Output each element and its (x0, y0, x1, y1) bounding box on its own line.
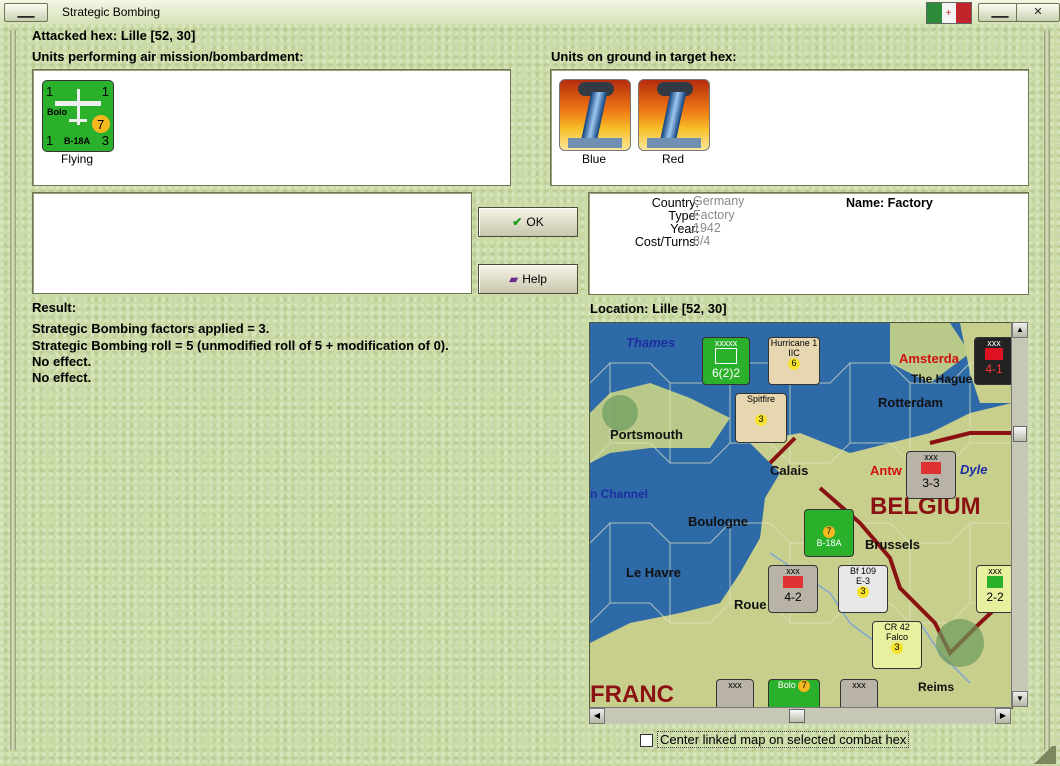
map-unit-bomber[interactable]: 7 B-18A (804, 509, 854, 557)
attacked-hex-label: Attacked hex: Lille [52, 30] (32, 28, 196, 43)
map-unit-fighter[interactable]: Hurricane 1 IIC 6 (768, 337, 820, 385)
year-value: 1942 (693, 221, 721, 235)
map-label-channel: n Channel (590, 487, 649, 501)
result-line: No effect. (32, 370, 92, 385)
swiss-italy-flag-icon: + (926, 2, 972, 24)
location-label: Location: Lille [52, 30] (590, 301, 727, 316)
title-bar: ▁▁ Strategic Bombing + ▁▁ ✕ (0, 0, 1060, 25)
map-unit-army[interactable]: xxxxx 6(2)2 (702, 337, 750, 385)
map-unit-infantry[interactable]: xxx 3-3 (906, 451, 956, 499)
map-label-portsmouth: Portsmouth (610, 427, 683, 442)
year-key: Year: (670, 222, 699, 236)
unit-top-left: 1 (46, 84, 54, 99)
country-value: Germany (693, 194, 745, 208)
ground-unit-caption-red: Red (661, 152, 684, 166)
map-label-amsterdam: Amsterda (899, 351, 959, 366)
result-line: Strategic Bombing factors applied = 3. (32, 321, 270, 336)
scroll-left-arrow-icon[interactable]: ◀ (589, 708, 605, 724)
checkmark-icon: ✔ (512, 215, 523, 229)
result-label: Result: (32, 300, 77, 315)
map-label-calais: Calais (770, 463, 809, 478)
map-unit-fighter[interactable]: Bf 109 E-3 3 (838, 565, 888, 613)
center-map-label[interactable]: Center linked map on selected combat hex (657, 731, 910, 748)
right-frame-edge (1044, 30, 1050, 750)
center-map-checkbox[interactable] (640, 734, 653, 747)
air-unit-counter[interactable]: 1 1 Bolo 7 1 B-18A 3 (42, 80, 114, 152)
map-unit-bomber[interactable]: Bolo 7 (768, 679, 820, 708)
map-label-rouen: Roue (734, 597, 767, 612)
map-label-dyle: Dyle (960, 462, 988, 477)
target-name: Name: Factory (846, 196, 933, 210)
ok-button[interactable]: ✔ OK (478, 207, 578, 237)
map-label-brussels: Brussels (865, 537, 920, 552)
map-label-antwerp: Antw (870, 463, 902, 478)
factory-icon[interactable] (559, 79, 631, 151)
unit-bottom-right: 3 (101, 133, 109, 148)
map-label-lehavre: Le Havre (626, 565, 681, 580)
unit-type: B-18A (64, 136, 91, 146)
notes-panel (32, 192, 472, 294)
air-units-panel: 1 1 Bolo 7 1 B-18A 3 Flying (32, 69, 511, 186)
scroll-right-arrow-icon[interactable]: ▶ (995, 708, 1011, 724)
map-horizontal-scrollbar[interactable]: ◀ ▶ (589, 707, 1011, 724)
close-button[interactable]: ✕ (1016, 3, 1060, 22)
cost-value: 8/4 (693, 234, 711, 248)
result-line: Strategic Bombing roll = 5 (unmodified r… (32, 338, 449, 353)
ground-units-label: Units on ground in target hex: (551, 49, 737, 64)
map-vertical-scrollbar[interactable]: ▲ ▼ (1011, 322, 1028, 707)
type-key: Type: (668, 209, 699, 223)
map-unit-infantry[interactable]: xxx 4-2 (768, 565, 818, 613)
map-unit-fighter[interactable]: CR 42 Falco 3 (872, 621, 922, 669)
country-key: Country: (651, 196, 699, 210)
map-label-france: FRANC (590, 681, 674, 708)
horizontal-scroll-thumb[interactable] (789, 709, 805, 723)
unit-name: Bolo (47, 107, 67, 117)
map-label-boulogne: Boulogne (688, 514, 748, 529)
map-unit-fighter[interactable]: Spitfire 3 (735, 393, 787, 443)
linked-map[interactable]: Thames Amsterda The Hague Rotterdam Port… (589, 322, 1013, 709)
type-value: Factory (693, 208, 735, 222)
air-units-label: Units performing air mission/bombardment… (32, 49, 304, 64)
map-label-rotterdam: Rotterdam (878, 395, 944, 410)
unit-top-right: 1 (101, 84, 109, 99)
left-frame-edge (10, 30, 16, 750)
minimize-left-button[interactable]: ▁▁ (4, 3, 48, 22)
map-unit-infantry[interactable]: xxx 4-1 (974, 337, 1012, 385)
result-line: No effect. (32, 354, 92, 369)
ground-units-panel: Blue Red (550, 69, 1029, 186)
unit-bottom-left: 1 (46, 133, 54, 148)
air-unit-status: Flying (60, 152, 93, 166)
scroll-up-arrow-icon[interactable]: ▲ (1012, 322, 1028, 338)
window-title: Strategic Bombing (62, 5, 161, 19)
cost-key: Cost/Turns: (634, 235, 699, 249)
map-unit-armor[interactable]: xxx 2-2 (976, 565, 1012, 613)
target-info-panel: Country: Germany Type: Factory Year: 194… (588, 192, 1029, 295)
map-label-hague: The Hague (911, 372, 973, 386)
unit-strength: 7 (97, 117, 105, 132)
ground-unit-caption-blue: Blue (581, 152, 607, 166)
map-label-reims: Reims (918, 680, 955, 694)
map-unit-infantry[interactable]: xxx (840, 679, 878, 708)
help-button[interactable]: ▰ Help (478, 264, 578, 294)
resize-grip-icon[interactable] (1030, 746, 1056, 764)
factory-icon[interactable] (638, 79, 710, 151)
book-icon: ▰ (509, 272, 519, 286)
map-label-thames: Thames (626, 335, 676, 350)
map-unit-infantry[interactable]: xxx (716, 679, 754, 708)
vertical-scroll-thumb[interactable] (1013, 426, 1027, 442)
scroll-down-arrow-icon[interactable]: ▼ (1012, 691, 1028, 707)
